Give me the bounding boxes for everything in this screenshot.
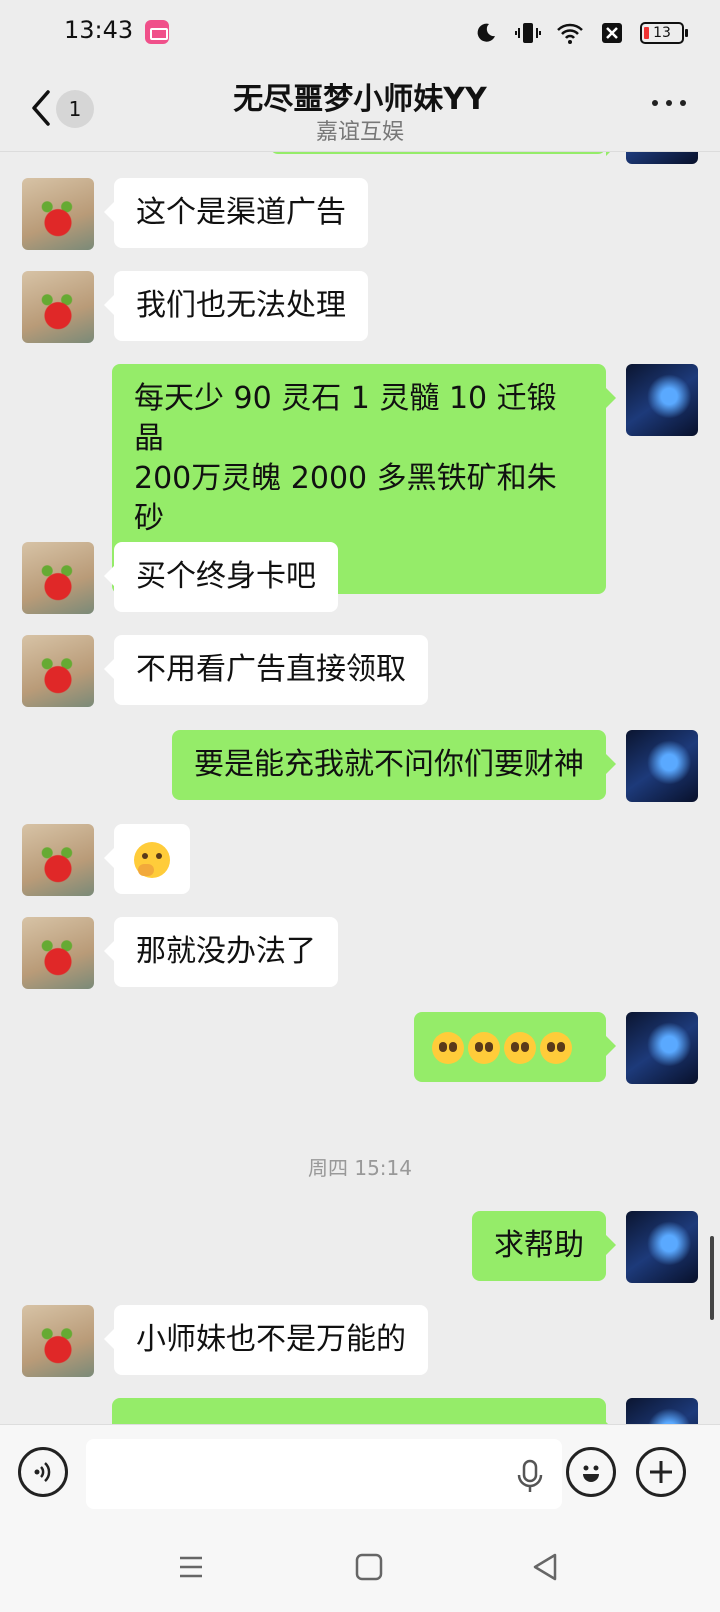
- status-icons: 13: [472, 18, 688, 48]
- pleading-face-emoji: [540, 1031, 572, 1064]
- triangle-back-icon: [533, 1553, 557, 1581]
- message-bubble-partial[interactable]: [112, 1398, 616, 1424]
- message-bubble[interactable]: [414, 1012, 616, 1082]
- chat-title: 无尽噩梦小师妹YY: [233, 82, 487, 117]
- message-bubble-partial[interactable]: [270, 152, 616, 156]
- more-options-button[interactable]: [652, 100, 686, 110]
- dot-icon: [666, 100, 672, 106]
- pleading-face-emoji: [432, 1031, 464, 1064]
- smiley-icon: [583, 1465, 599, 1482]
- status-time: 13:43: [64, 16, 134, 44]
- dot-icon: [652, 100, 658, 106]
- message-bubble[interactable]: 不用看广告直接领取: [104, 635, 428, 705]
- my-avatar[interactable]: [626, 152, 698, 164]
- message-input[interactable]: [86, 1439, 562, 1509]
- moon-icon: [472, 19, 500, 47]
- message-bubble[interactable]: 我们也无法处理: [104, 271, 368, 341]
- microphone-icon[interactable]: [516, 1459, 544, 1495]
- battery-level: 13: [653, 25, 671, 41]
- contact-avatar[interactable]: [22, 635, 94, 707]
- message-line: 每天少 90 灵石 1 灵髓 10 迁锻晶: [134, 381, 557, 456]
- home-nav-button[interactable]: [354, 1552, 384, 1582]
- system-navigation-bar: [0, 1522, 720, 1612]
- message-bubble[interactable]: 买个终身卡吧: [104, 542, 338, 612]
- pleading-face-emoji: [504, 1031, 536, 1064]
- my-avatar[interactable]: [626, 1398, 698, 1424]
- plus-icon: [650, 1461, 672, 1483]
- input-bar: [0, 1424, 720, 1522]
- message-bubble[interactable]: 这个是渠道广告: [104, 178, 368, 248]
- square-icon: [355, 1553, 383, 1581]
- scrollbar[interactable]: [710, 1236, 714, 1320]
- my-avatar[interactable]: [626, 1012, 698, 1084]
- more-functions-button[interactable]: [636, 1447, 686, 1497]
- pleading-face-emoji: [468, 1031, 500, 1064]
- message-bubble[interactable]: 求帮助: [472, 1211, 616, 1281]
- thinking-face-emoji: [134, 841, 170, 878]
- contact-avatar[interactable]: [22, 1305, 94, 1377]
- chat-subtitle: 嘉谊互娱: [315, 120, 404, 145]
- menu-icon: [180, 1556, 202, 1578]
- contact-avatar[interactable]: [22, 917, 94, 989]
- contact-avatar[interactable]: [22, 178, 94, 250]
- emoji-button[interactable]: [566, 1447, 616, 1497]
- menu-nav-button[interactable]: [176, 1552, 206, 1582]
- app-notification-icon: [145, 20, 169, 44]
- message-bubble[interactable]: 那就没办法了: [104, 917, 338, 987]
- chat-header: 1 无尽噩梦小师妹YY 嘉谊互娱: [0, 64, 720, 152]
- contact-avatar[interactable]: [22, 271, 94, 343]
- message-list[interactable]: 这个是渠道广告 我们也无法处理 每天少 90 灵石 1 灵髓 10 迁锻晶 20…: [0, 152, 720, 1424]
- contact-avatar[interactable]: [22, 824, 94, 896]
- wifi-icon: [556, 19, 584, 47]
- message-line: 200万灵魄 2000 多黑铁矿和朱砂: [134, 461, 557, 536]
- battery-icon: 13: [640, 22, 688, 44]
- status-bar: 13:43 13: [0, 0, 720, 64]
- dot-icon: [680, 100, 686, 106]
- voice-icon: [34, 1462, 51, 1482]
- back-nav-button[interactable]: [530, 1552, 560, 1582]
- message-timestamp: 周四 15:14: [308, 1156, 412, 1180]
- message-bubble[interactable]: 要是能充我就不问你们要财神: [172, 730, 616, 800]
- message-bubble[interactable]: [104, 824, 190, 894]
- message-bubble[interactable]: 小师妹也不是万能的: [104, 1305, 428, 1375]
- voice-toggle-button[interactable]: [18, 1447, 68, 1497]
- my-avatar[interactable]: [626, 364, 698, 436]
- my-avatar[interactable]: [626, 1211, 698, 1283]
- vibrate-icon: [514, 19, 542, 47]
- close-box-icon: [598, 19, 626, 47]
- contact-avatar[interactable]: [22, 542, 94, 614]
- my-avatar[interactable]: [626, 730, 698, 802]
